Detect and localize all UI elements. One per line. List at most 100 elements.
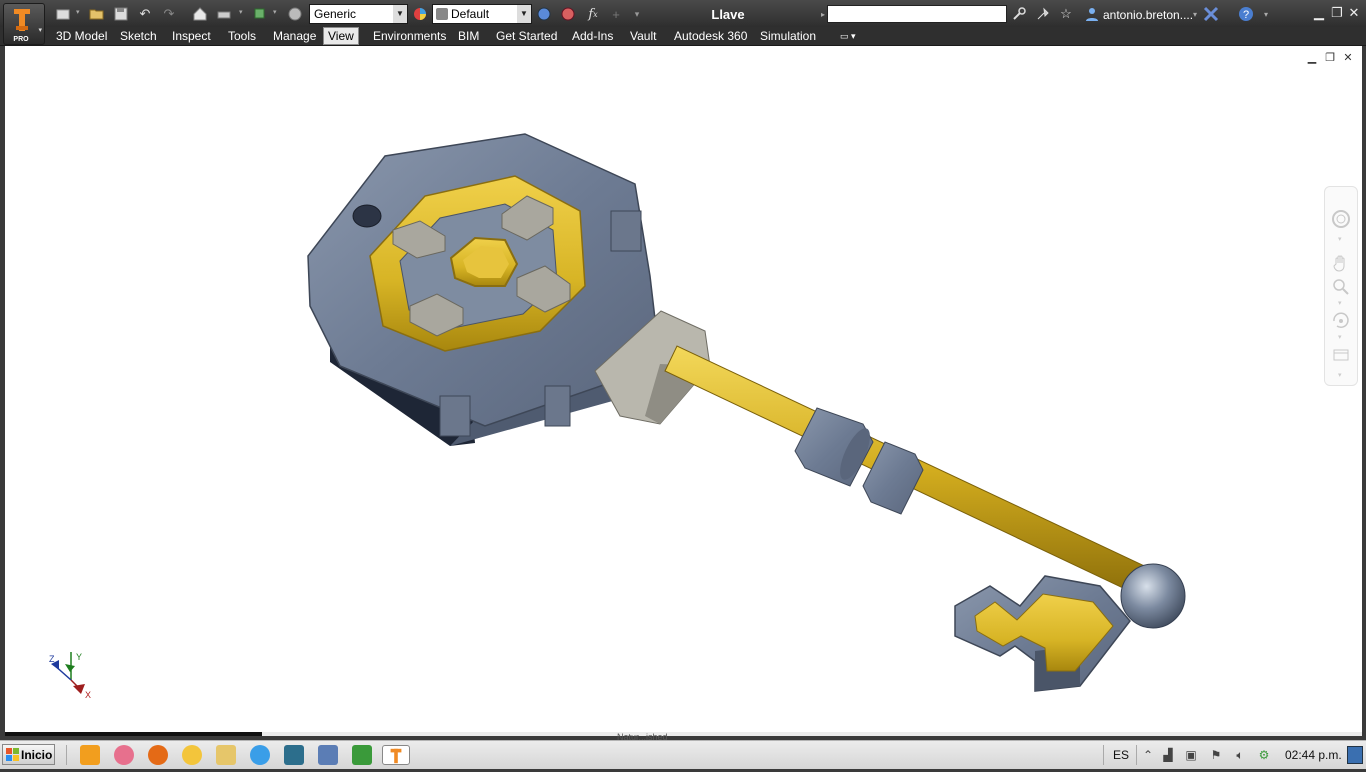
power-plug-icon[interactable]: ▣	[1184, 748, 1198, 762]
print-icon[interactable]	[215, 5, 233, 23]
exchange-apps-icon[interactable]	[1202, 5, 1220, 23]
close-window-icon[interactable]: ✕	[1347, 6, 1361, 20]
parameters-fx-icon[interactable]: fx	[584, 5, 602, 23]
file-explorer-icon[interactable]	[216, 745, 236, 765]
chevron-down-icon[interactable]: ▾	[273, 8, 277, 16]
favorites-star-icon[interactable]: ☆	[1057, 5, 1075, 23]
user-name-menu[interactable]: antonio.breton....	[1103, 8, 1193, 22]
chevron-down-icon[interactable]: ▼	[393, 5, 407, 23]
show-desktop-button[interactable]	[1347, 746, 1363, 764]
app-green-icon[interactable]	[352, 745, 372, 765]
appearance-color-wheel-icon[interactable]	[411, 5, 429, 23]
show-hidden-icons-chevron-icon[interactable]: ⌃	[1141, 748, 1155, 762]
chevron-down-icon[interactable]: ▾	[1338, 299, 1342, 307]
media-player-icon[interactable]	[80, 745, 100, 765]
title-bar: PRO ▾ ▾ ↶ ↷ ▾ ▾ Generic ▼ Default ▼ f x …	[0, 0, 1366, 45]
axis-y-label: Y	[76, 652, 82, 662]
select-filter-icon[interactable]	[251, 5, 269, 23]
customize-icon[interactable]: ▾	[1338, 371, 1342, 379]
tab-simulation[interactable]: Simulation	[756, 28, 820, 44]
open-folder-icon[interactable]	[88, 5, 106, 23]
start-button[interactable]: Inicio	[2, 744, 55, 765]
signal-strength-icon[interactable]: ▟	[1161, 748, 1175, 762]
network-icon[interactable]: ⚙	[1257, 748, 1271, 762]
application-menu-button[interactable]: PRO ▾	[3, 3, 45, 45]
inventor-logo-icon	[14, 9, 30, 31]
clock[interactable]: 02:44 p.m.	[1285, 748, 1342, 762]
tab-bim[interactable]: BIM	[454, 28, 483, 44]
material-combo[interactable]: Generic ▼	[309, 4, 408, 24]
tab-get-started[interactable]: Get Started	[492, 28, 561, 44]
chevron-down-icon[interactable]: ▾	[239, 8, 243, 16]
user-icon[interactable]	[1083, 5, 1101, 23]
appearance-combo[interactable]: Default ▼	[432, 4, 532, 24]
tab-add-ins[interactable]: Add-Ins	[568, 28, 617, 44]
zoom-icon[interactable]	[1331, 277, 1351, 297]
search-input[interactable]	[827, 5, 1007, 23]
firefox-icon[interactable]	[148, 745, 168, 765]
orbit-icon[interactable]	[1331, 311, 1351, 331]
chevron-down-icon[interactable]: ▾	[76, 8, 80, 16]
taskbar-separator	[1103, 745, 1104, 765]
tab-inspect[interactable]: Inspect	[168, 28, 215, 44]
volume-icon[interactable]: 🔈︎	[1233, 748, 1247, 762]
navigation-bar: ▾ ▾ ▾ ▾	[1324, 186, 1358, 386]
undo-icon[interactable]: ↶	[136, 5, 154, 23]
chevron-down-icon[interactable]: ▾	[1338, 333, 1342, 341]
start-label: Inicio	[21, 748, 53, 762]
inventor-taskbar-button[interactable]	[382, 745, 410, 765]
tab-3d-model[interactable]: 3D Model	[52, 28, 111, 44]
material-sphere-icon[interactable]	[286, 5, 304, 23]
minimize-window-icon[interactable]: ▁	[1312, 6, 1326, 20]
customize-chevron-icon[interactable]: ▾	[628, 5, 646, 23]
graphics-viewport[interactable]: ▁ ❐ ✕ ▾ ▾ ▾ ▾ Z Y X	[5, 46, 1362, 736]
app-mt-icon[interactable]	[284, 745, 304, 765]
app-flower-icon[interactable]	[114, 745, 134, 765]
chevron-down-icon: ▾	[38, 27, 42, 34]
chevron-down-icon[interactable]: ▾	[1257, 5, 1275, 23]
adjust-appearance-icon[interactable]	[535, 5, 553, 23]
tab-view[interactable]: View	[323, 27, 359, 45]
axis-x-label: X	[85, 690, 91, 700]
tab-environments[interactable]: Environments	[369, 28, 450, 44]
window-title: Llave	[711, 7, 745, 22]
subscription-satellite-icon[interactable]	[1034, 5, 1052, 23]
appearance-swatch-icon	[436, 8, 448, 20]
tab-autodesk-360[interactable]: Autodesk 360	[670, 28, 751, 44]
app-document-icon[interactable]	[318, 745, 338, 765]
home-icon[interactable]	[191, 5, 209, 23]
internet-explorer-icon[interactable]	[250, 745, 270, 765]
clear-appearance-icon[interactable]	[559, 5, 577, 23]
svg-text:?: ?	[1243, 9, 1249, 21]
appearance-combo-value: Default	[451, 7, 490, 21]
tab-sketch[interactable]: Sketch	[116, 28, 161, 44]
windows-flag-icon	[6, 748, 19, 761]
search-binoculars-icon[interactable]	[1010, 5, 1028, 23]
windows-taskbar: Inicio ES ⌃ ▟ ▣ ⚑ 🔈︎ ⚙ 02:44 p.m.	[0, 740, 1366, 769]
pan-hand-icon[interactable]	[1331, 253, 1351, 273]
chevron-down-icon[interactable]: ▼	[517, 5, 531, 23]
restore-window-icon[interactable]: ❐	[1330, 6, 1344, 20]
new-file-icon[interactable]	[54, 5, 72, 23]
ribbon-tab-bar: 3D Model Sketch Inspect Tools Manage Vie…	[0, 27, 1366, 46]
inventor-logo-icon	[390, 748, 402, 764]
ribbon-display-toggle-icon[interactable]: ▭ ▾	[836, 28, 860, 44]
language-indicator[interactable]: ES	[1113, 748, 1129, 762]
plus-icon[interactable]: +	[607, 5, 625, 23]
messenger-icon[interactable]	[182, 745, 202, 765]
tab-tools[interactable]: Tools	[224, 28, 260, 44]
key-3d-model[interactable]	[5, 46, 1362, 736]
chevron-down-icon[interactable]: ▾	[1338, 235, 1342, 243]
tab-vault[interactable]: Vault	[626, 28, 660, 44]
axis-z-label: Z	[49, 654, 55, 664]
taskbar-separator	[66, 745, 67, 765]
axis-triad: Z Y X	[49, 652, 91, 700]
tab-manage[interactable]: Manage	[269, 28, 320, 44]
redo-icon[interactable]: ↷	[160, 5, 178, 23]
look-at-icon[interactable]	[1331, 345, 1351, 365]
save-icon[interactable]	[112, 5, 130, 23]
fx-sub-label: x	[593, 9, 598, 19]
steering-wheel-icon[interactable]	[1331, 209, 1351, 229]
help-icon[interactable]: ?	[1237, 5, 1255, 23]
action-center-flag-icon[interactable]: ⚑	[1209, 748, 1223, 762]
